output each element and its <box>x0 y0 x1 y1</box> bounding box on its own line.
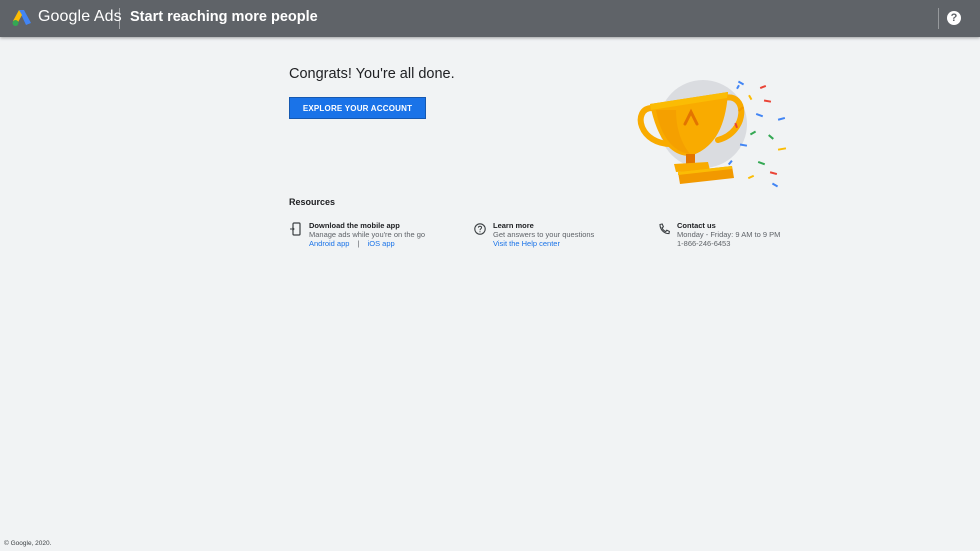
resource-subtitle: Get answers to your questions <box>493 230 595 239</box>
resource-subtitle: Manage ads while you're on the go <box>309 230 426 239</box>
help-icon[interactable]: ? <box>947 11 961 25</box>
google-ads-logo-icon <box>12 10 31 26</box>
phone-icon <box>659 223 670 235</box>
resource-subtitle: Monday - Friday: 9 AM to 9 PM <box>677 230 781 239</box>
ios-app-link[interactable]: iOS app <box>368 239 395 248</box>
header-divider <box>119 8 120 29</box>
help-divider <box>938 8 939 29</box>
help-center-link[interactable]: Visit the Help center <box>493 239 560 248</box>
brand-name: Google Ads <box>38 8 122 25</box>
explore-account-button[interactable]: EXPLORE YOUR ACCOUNT <box>289 97 426 119</box>
resource-title: Download the mobile app <box>309 221 400 230</box>
copyright-footer: © Google, 2020. <box>4 540 52 547</box>
top-app-bar: Google Ads Start reaching more people ? <box>0 0 980 37</box>
page-title: Start reaching more people <box>130 9 318 25</box>
resources-heading: Resources <box>289 197 336 207</box>
congrats-heading: Congrats! You're all done. <box>289 66 455 82</box>
resource-title: Contact us <box>677 221 716 230</box>
android-app-link[interactable]: Android app <box>309 239 349 248</box>
phone-number: 1-866-246-6453 <box>677 239 731 248</box>
mobile-phone-icon <box>290 222 301 236</box>
help-circle-icon <box>474 223 486 235</box>
resource-title: Learn more <box>493 221 534 230</box>
trophy-icon <box>637 80 787 188</box>
link-separator: | <box>357 239 360 248</box>
